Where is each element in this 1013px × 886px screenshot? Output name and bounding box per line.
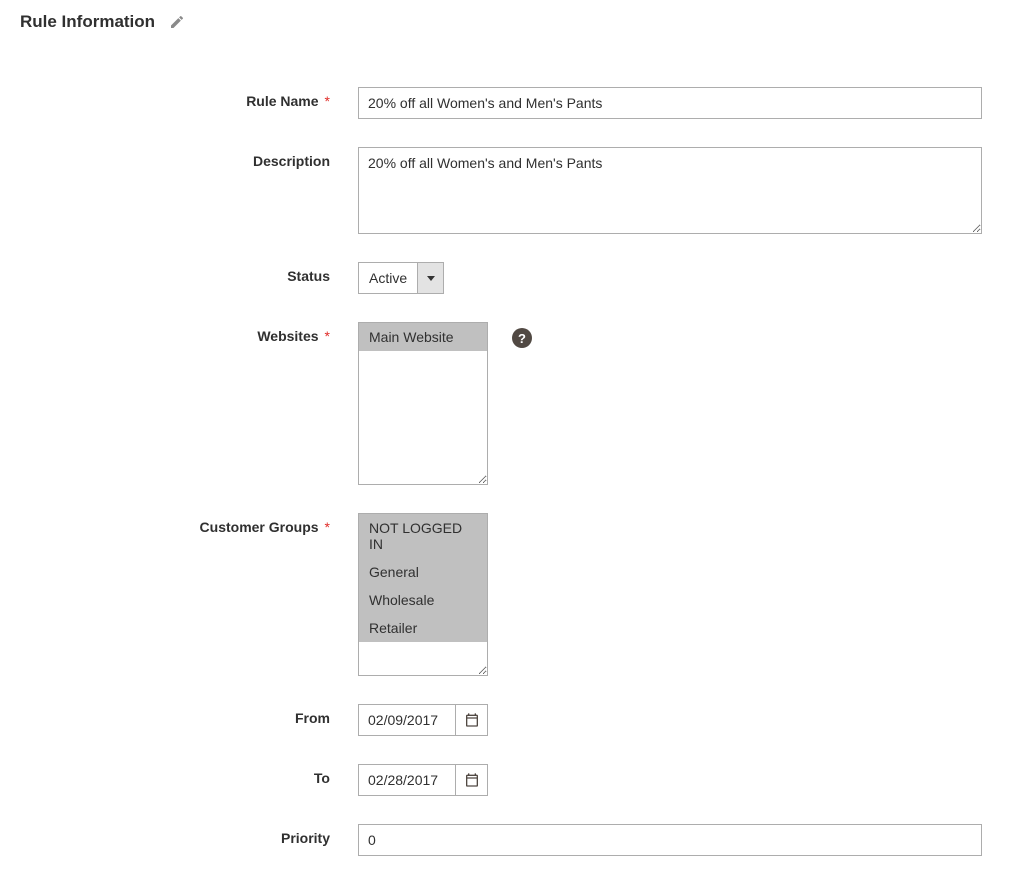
websites-multiselect[interactable]: Main Website — [358, 322, 488, 485]
to-date-picker-button[interactable] — [455, 765, 487, 795]
row-status: Status Active — [20, 262, 993, 294]
description-textarea[interactable]: 20% off all Women's and Men's Pants — [358, 147, 982, 234]
customer-groups-multiselect[interactable]: NOT LOGGED INGeneralWholesaleRetailer — [358, 513, 488, 676]
row-priority: Priority — [20, 824, 993, 856]
row-rule-name: Rule Name* — [20, 87, 993, 119]
multiselect-option[interactable]: General — [359, 558, 487, 586]
help-icon[interactable]: ? — [512, 328, 532, 348]
multiselect-option[interactable]: NOT LOGGED IN — [359, 514, 487, 558]
to-date-wrap — [358, 764, 488, 796]
label-description: Description — [20, 147, 358, 169]
label-to: To — [20, 764, 358, 786]
section-title: Rule Information — [20, 12, 155, 32]
label-from: From — [20, 704, 358, 726]
pencil-icon[interactable] — [169, 14, 185, 30]
label-priority: Priority — [20, 824, 358, 846]
label-rule-name: Rule Name* — [20, 87, 358, 109]
status-value: Active — [359, 263, 417, 293]
multiselect-option[interactable]: Main Website — [359, 323, 487, 351]
multiselect-option[interactable]: Wholesale — [359, 586, 487, 614]
from-date-picker-button[interactable] — [455, 705, 487, 735]
from-date-input[interactable] — [359, 705, 455, 735]
section-header: Rule Information — [20, 12, 993, 32]
row-from: From — [20, 704, 993, 736]
row-to: To — [20, 764, 993, 796]
label-websites: Websites* — [20, 322, 358, 344]
calendar-icon — [464, 712, 480, 728]
label-status: Status — [20, 262, 358, 284]
to-date-input[interactable] — [359, 765, 455, 795]
from-date-wrap — [358, 704, 488, 736]
row-description: Description 20% off all Women's and Men'… — [20, 147, 993, 234]
priority-input[interactable] — [358, 824, 982, 856]
calendar-icon — [464, 772, 480, 788]
chevron-down-icon — [427, 276, 435, 281]
row-customer-groups: Customer Groups* NOT LOGGED INGeneralWho… — [20, 513, 993, 676]
status-select[interactable]: Active — [358, 262, 444, 294]
row-websites: Websites* Main Website ? — [20, 322, 993, 485]
label-customer-groups: Customer Groups* — [20, 513, 358, 535]
multiselect-option[interactable]: Retailer — [359, 614, 487, 642]
status-dropdown-button[interactable] — [417, 263, 443, 293]
rule-name-input[interactable] — [358, 87, 982, 119]
